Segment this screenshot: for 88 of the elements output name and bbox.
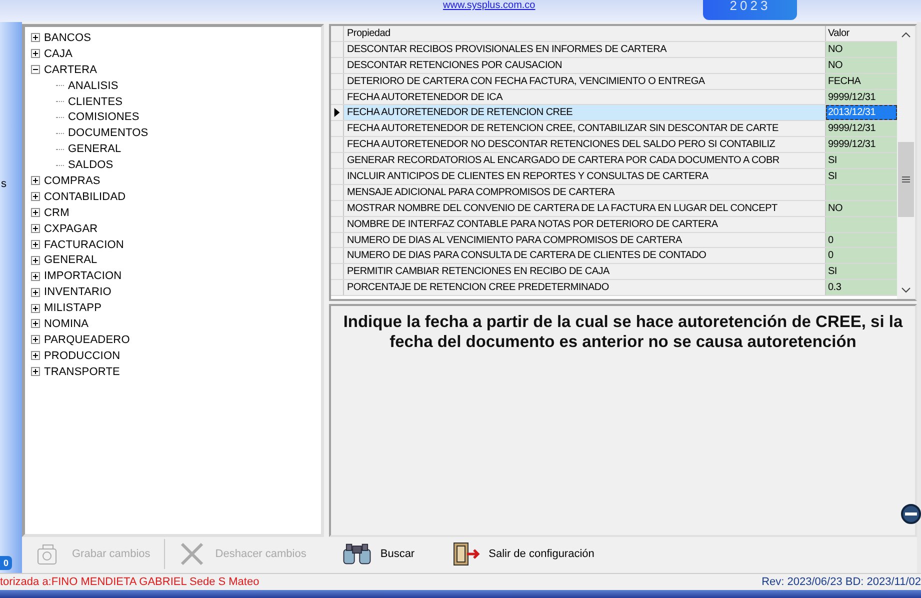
tree-item[interactable]: GENERAL — [44, 254, 98, 266]
value-cell[interactable]: NO — [826, 42, 897, 57]
value-cell[interactable]: NO — [826, 58, 897, 73]
scroll-thumb[interactable] — [898, 142, 914, 217]
property-cell: DESCONTAR RECIBOS PROVISIONALES EN INFORMES DE CARTERA — [344, 42, 826, 57]
revision-text: Rev: 2023/06/23 BD: 2023/11/02 — [762, 576, 921, 588]
tree-item[interactable]: BANCOS — [44, 32, 92, 44]
grid-corner — [331, 26, 344, 41]
tree-item[interactable]: CRM — [44, 206, 70, 219]
property-cell: INCLUIR ANTICIPOS DE CLIENTES EN REPORTES Y CONSULTAS DE CARTERA — [344, 169, 826, 184]
expand-icon[interactable] — [31, 351, 40, 360]
property-cell: NOMBRE DE INTERFAZ CONTABLE PARA NOTAS POR DETERIORO DE CARTERA — [344, 216, 826, 232]
value-cell[interactable]: 0.3 — [826, 280, 897, 296]
property-cell: DESCONTAR RETENCIONES POR CAUSACION — [344, 58, 826, 73]
property-cell: PORCENTAJE DE RETENCION CREE PREDETERMINADO — [344, 280, 826, 296]
value-cell[interactable]: 9999/12/31 — [826, 90, 897, 104]
property-cell: GENERAR RECORDATORIOS AL ENCARGADO DE CARTERA POR CADA DOCUMENTO A COBR — [344, 153, 826, 168]
tree-item[interactable]: ANALISIS — [68, 80, 118, 92]
expand-icon[interactable] — [31, 256, 40, 265]
expand-icon[interactable] — [31, 176, 40, 186]
tree-item[interactable]: CARTERA — [44, 64, 98, 76]
door-exit-icon — [450, 541, 481, 567]
scroll-up-icon[interactable] — [901, 32, 911, 38]
binoculars-icon — [342, 541, 372, 567]
tree-item[interactable]: NOMINA — [44, 318, 89, 330]
property-cell: FECHA AUTORETENEDOR DE RETENCION CREE, CONTABILIZAR SIN DESCONTAR DE CARTE — [344, 121, 826, 136]
tree-item[interactable]: PRODUCCION — [44, 350, 120, 362]
column-header[interactable]: Propiedad — [344, 26, 826, 41]
property-cell: FECHA AUTORETENEDOR NO DESCONTAR RETENCIONES DEL SALDO PERO SI CONTABILIZ — [344, 137, 826, 152]
tree-item[interactable]: COMPRAS — [44, 174, 100, 187]
value-cell[interactable]: SI — [826, 153, 897, 168]
tree-item[interactable]: CONTABILIDAD — [44, 190, 126, 203]
expand-icon[interactable] — [31, 49, 40, 58]
value-cell[interactable]: SI — [826, 264, 897, 280]
property-cell: DETERIORO DE CARTERA CON FECHA FACTURA, VENCIMIENTO O ENTREGA — [344, 74, 826, 89]
tree-item[interactable]: TRANSPORTE — [44, 366, 120, 378]
edge-text: s — [1, 178, 6, 190]
scroll-down-icon[interactable] — [901, 287, 911, 293]
property-cell: MOSTRAR NOMBRE DEL CONVENIO DE CARTERA DE LA FACTURA EN LUGAR DEL CONCEPT — [344, 200, 826, 216]
collapse-icon[interactable] — [31, 65, 40, 74]
property-cell: NUMERO DE DIAS PARA CONSULTA DE CARTERA DE CLIENTES DE CONTADO — [344, 248, 826, 264]
tree-item[interactable]: SALDOS — [68, 159, 114, 172]
value-cell[interactable]: NO — [826, 200, 897, 216]
property-cell: PERMITIR CAMBIAR RETENCIONES EN RECIBO DE CAJA — [344, 264, 826, 280]
tree-item[interactable]: CLIENTES — [68, 96, 123, 108]
expand-icon[interactable] — [31, 304, 40, 313]
expand-icon[interactable] — [31, 224, 40, 234]
tree-item[interactable]: PARQUEADERO — [44, 334, 130, 346]
property-cell: FECHA AUTORETENEDOR DE ICA — [344, 90, 826, 104]
row-pointer-icon — [334, 108, 340, 118]
property-cell: FECHA AUTORETENEDOR DE RETENCION CREE — [344, 105, 826, 120]
tree-item[interactable]: IMPORTACION — [44, 270, 122, 282]
tree-item[interactable]: CXPAGAR — [44, 222, 98, 235]
expand-icon[interactable] — [31, 240, 40, 250]
value-cell[interactable]: 9999/12/31 — [826, 121, 897, 136]
expand-icon[interactable] — [31, 33, 40, 42]
expand-icon[interactable] — [31, 272, 40, 281]
expand-icon[interactable] — [31, 208, 40, 218]
value-cell[interactable]: 0 — [826, 248, 897, 264]
value-cell[interactable]: FECHA — [826, 74, 897, 89]
tree-item[interactable]: INVENTARIO — [44, 286, 112, 298]
toolbar-button[interactable]: Salir de configuración — [444, 539, 600, 569]
toolbar-button[interactable]: Buscar — [336, 539, 421, 569]
website-link[interactable]: www.sysplus.com.co — [443, 0, 536, 12]
tree-item[interactable]: COMISIONES — [68, 111, 140, 124]
expand-icon[interactable] — [31, 335, 40, 344]
expand-icon[interactable] — [31, 319, 40, 328]
expand-icon[interactable] — [31, 367, 40, 376]
row-header[interactable] — [331, 105, 344, 120]
scrollbar[interactable] — [897, 26, 915, 299]
tree-item[interactable]: CAJA — [44, 48, 73, 60]
count-badge: 0 — [0, 556, 12, 570]
property-cell: NUMERO DE DIAS AL VENCIMIENTO PARA COMPROMISOS DE CARTERA — [344, 232, 826, 248]
column-header[interactable]: Valor — [826, 26, 897, 41]
property-cell: MENSAJE ADICIONAL PARA COMPROMISOS DE CARTERA — [344, 184, 826, 200]
description-text: Indique la fecha a partir de la cual se hace autoretención de CREE, si la fecha del documento es anterior no se causa autoretención — [342, 312, 904, 352]
value-cell[interactable]: SI — [826, 169, 897, 184]
year-badge: 2023 — [703, 0, 798, 20]
expand-icon[interactable] — [31, 192, 40, 202]
expand-icon[interactable] — [31, 288, 40, 297]
tree-item[interactable]: FACTURACION — [44, 238, 124, 251]
value-cell[interactable]: 9999/12/31 — [826, 137, 897, 152]
tree-item[interactable]: GENERAL — [68, 143, 122, 156]
tree-item[interactable]: DOCUMENTOS — [68, 127, 148, 140]
value-cell[interactable]: 0 — [826, 232, 897, 248]
license-text: torizada a:FINO MENDIETA GABRIEL Sede S Mateo — [0, 576, 260, 588]
value-cell[interactable]: 2013/12/31 — [826, 105, 897, 120]
tree-item[interactable]: MILISTAPP — [44, 302, 102, 314]
